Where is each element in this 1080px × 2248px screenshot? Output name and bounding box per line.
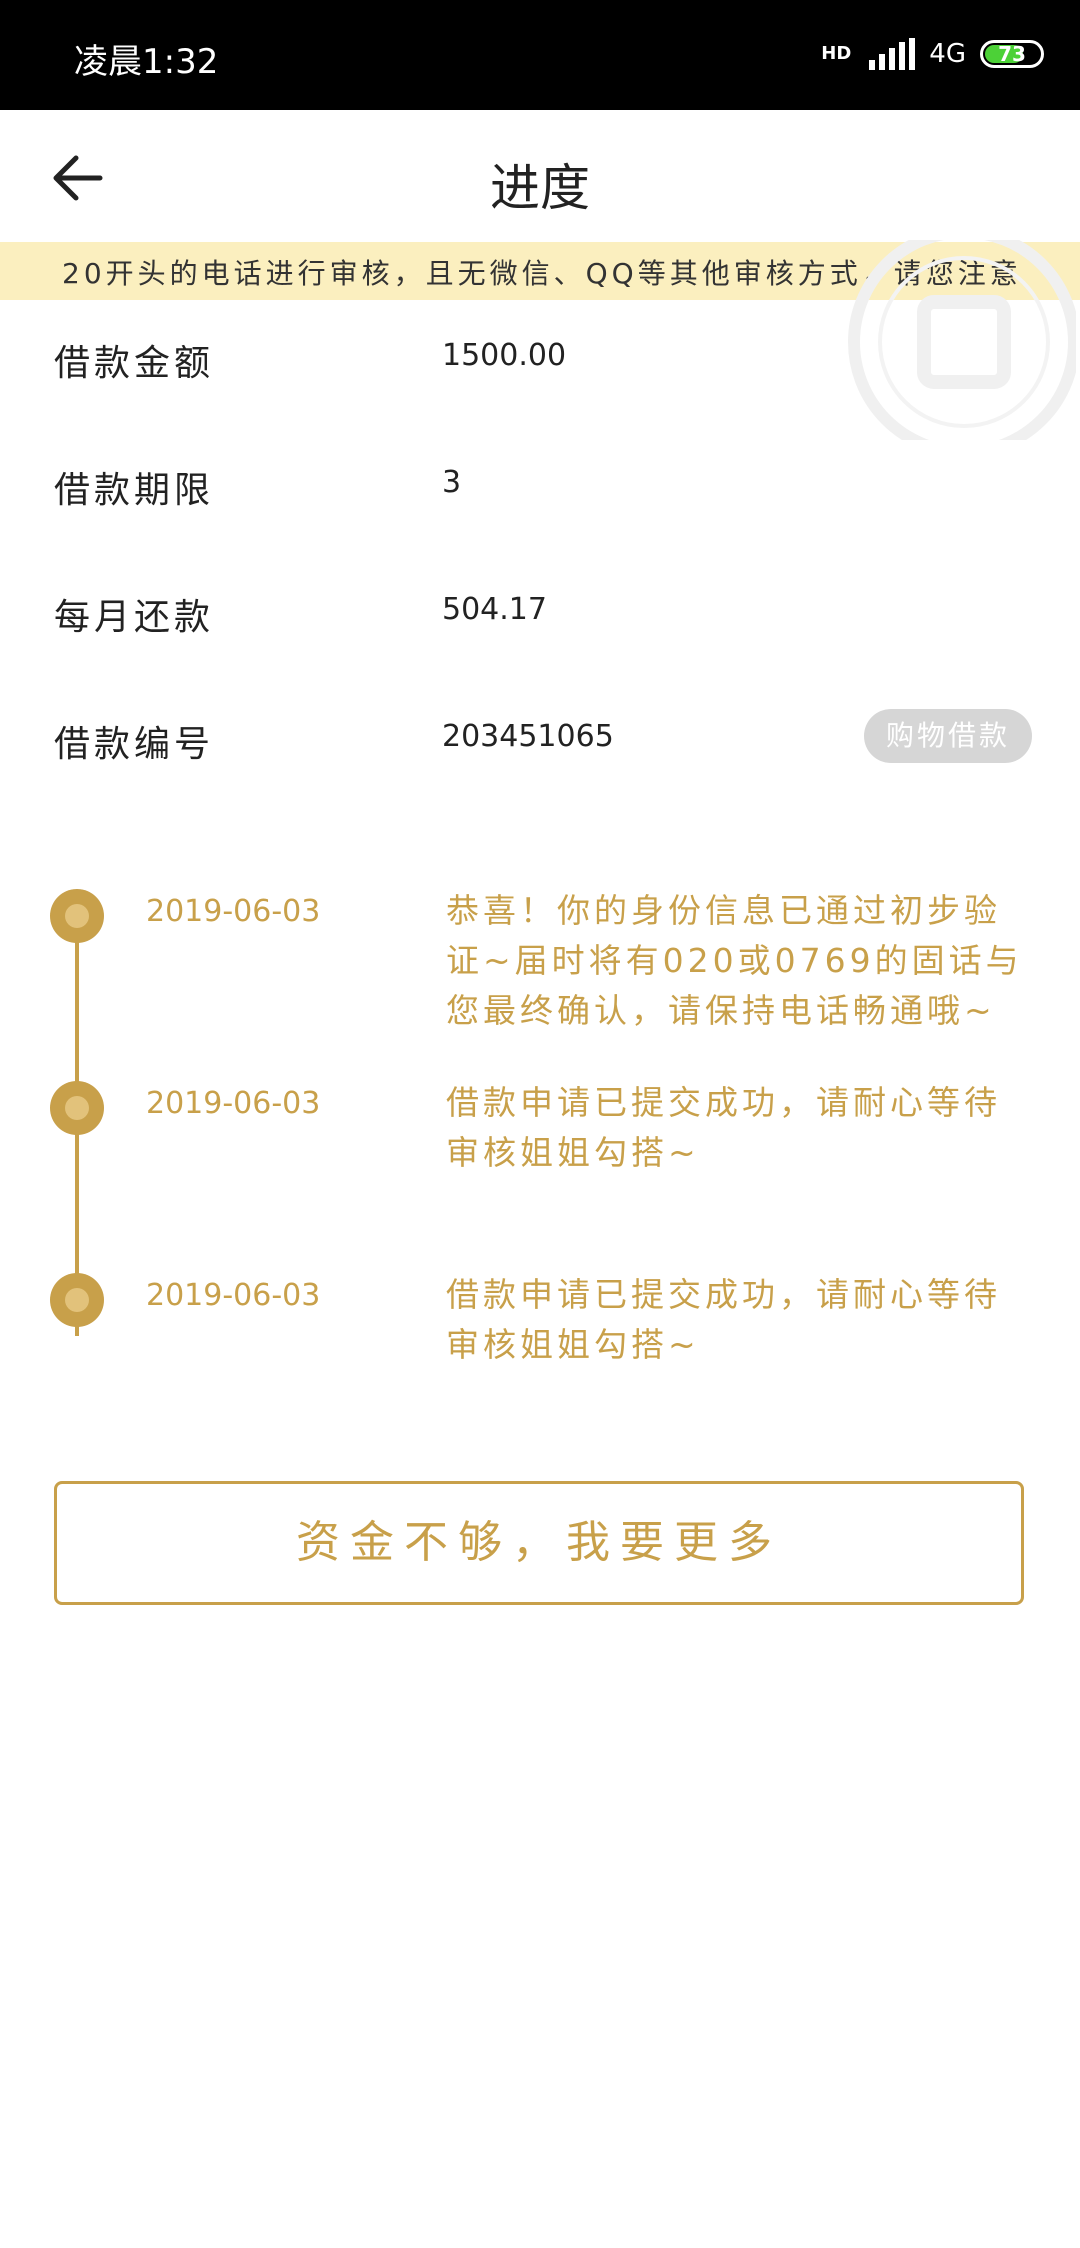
info-value: 504.17 <box>442 592 547 627</box>
info-label: 每月还款 <box>54 597 215 638</box>
info-value: 203451065 <box>442 719 614 754</box>
info-row-number: 借款编号 203451065 购物借款 <box>0 697 1080 787</box>
timeline-text: 借款申请已提交成功，请耐心等待审核姐姐勾搭~ <box>446 1275 1001 1364</box>
shopping-loan-tag[interactable]: 购物借款 <box>864 709 1032 763</box>
timeline-text: 恭喜！你的身份信息已通过初步验证~届时将有020或0769的固话与您最终确认，请… <box>446 891 1023 1030</box>
info-value: 3 <box>442 465 462 500</box>
battery-icon: 73 <box>980 40 1044 68</box>
info-label: 借款编号 <box>54 724 215 765</box>
status-bar: 凌晨1:32 HD 4G 73 <box>0 0 1080 110</box>
signal-icon <box>869 38 916 70</box>
info-row-amount: 借款金额 1500.00 <box>0 316 1080 406</box>
network-type: 4G <box>929 39 966 69</box>
progress-timeline: 2019-06-03 恭喜！你的身份信息已通过初步验证~届时将有020或0769… <box>0 880 1080 1364</box>
hd-label: HD <box>821 43 852 64</box>
info-value: 1500.00 <box>442 338 567 373</box>
timeline-node <box>50 1081 104 1135</box>
info-row-monthly: 每月还款 504.17 <box>0 570 1080 660</box>
info-row-term: 借款期限 3 <box>0 443 1080 533</box>
notice-banner: 20开头的电话进行审核，且无微信、QQ等其他审核方式，请您注意 <box>0 242 1080 300</box>
status-time: 凌晨1:32 <box>74 42 219 82</box>
status-indicators: HD 4G 73 <box>821 38 1044 70</box>
battery-level: 73 <box>998 42 1026 66</box>
more-funds-button[interactable]: 资金不够，我要更多 <box>54 1481 1024 1605</box>
timeline-date: 2019-06-03 <box>146 1086 321 1121</box>
page-title: 进度 <box>490 159 590 217</box>
timeline-text: 借款申请已提交成功，请耐心等待审核姐姐勾搭~ <box>446 1083 1001 1172</box>
timeline-node <box>50 889 104 943</box>
info-label: 借款金额 <box>54 343 215 384</box>
notice-text: 20开头的电话进行审核，且无微信、QQ等其他审核方式，请您注意 <box>62 257 1022 290</box>
info-label: 借款期限 <box>54 470 215 511</box>
nav-bar: 进度 <box>0 110 1080 242</box>
timeline-date: 2019-06-03 <box>146 1278 321 1313</box>
timeline-node <box>50 1273 104 1327</box>
timeline-date: 2019-06-03 <box>146 894 321 929</box>
